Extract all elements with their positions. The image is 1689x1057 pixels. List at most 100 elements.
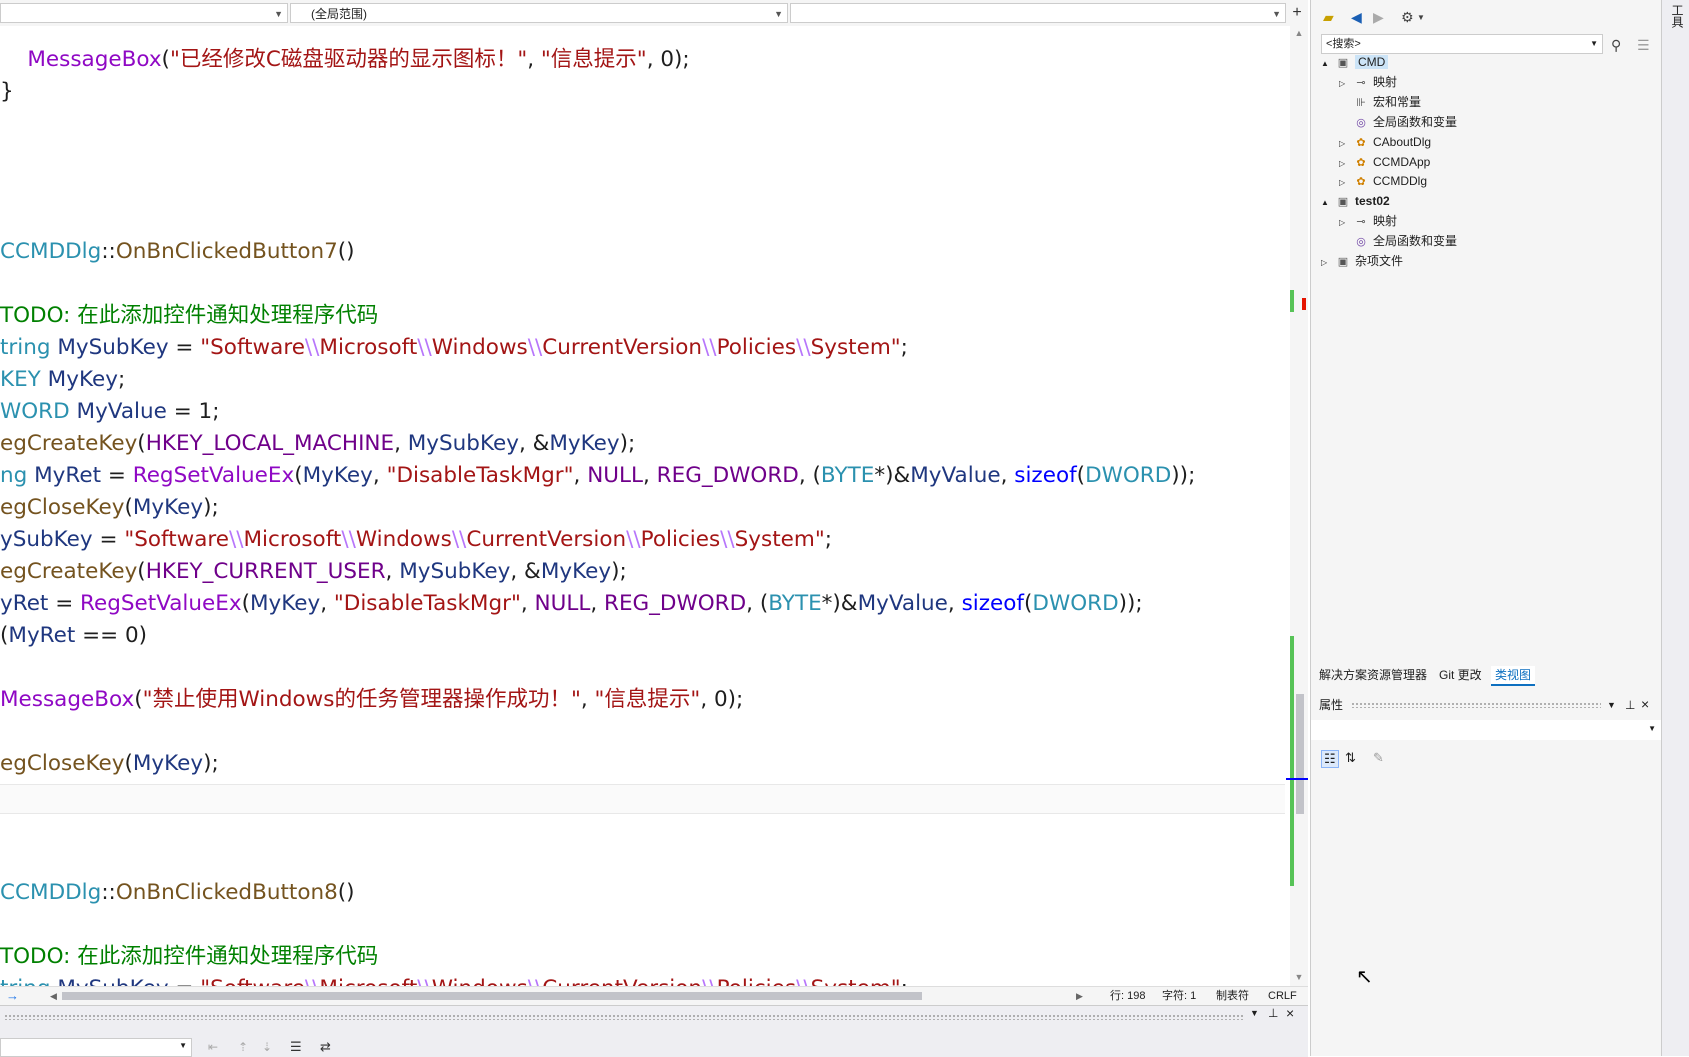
scrollbar-thumb[interactable] [62, 992, 922, 1000]
tree-node[interactable]: ▷ ✿ CAboutDlg [1339, 132, 1431, 152]
object-selector[interactable]: ▼ [1311, 720, 1662, 740]
code-token: , ( [798, 463, 821, 488]
class-search-input[interactable]: <搜索> ▼ [1321, 34, 1603, 54]
chevron-down-icon[interactable]: ▼ [1607, 694, 1616, 716]
code-token: HKEY_LOCAL_MACHINE [145, 431, 395, 456]
pin-icon[interactable]: ⊥ [1625, 694, 1635, 716]
code-editor[interactable]: MessageBox("已经修改C磁盘驱动器的显示图标！", "信息提示", 0… [0, 26, 1290, 986]
scroll-down-icon[interactable]: ▼ [1290, 972, 1308, 982]
code-token: Windows [432, 976, 528, 986]
code-line[interactable]: CCMDDlg::OnBnClickedButton8() [0, 877, 355, 909]
tab-indicator[interactable]: 制表符 [1216, 987, 1249, 1005]
code-line[interactable]: tring MySubKey = "Software\\Microsoft\\W… [0, 332, 908, 364]
clear-all-icon[interactable]: ☰ [290, 1039, 302, 1055]
output-source-combo[interactable]: ▼ [0, 1038, 192, 1057]
vertical-scrollbar[interactable]: ▲ ▼ [1286, 26, 1308, 986]
code-line[interactable]: egCreateKey(HKEY_LOCAL_MACHINE, MySubKey… [0, 428, 635, 460]
close-icon[interactable]: × [1286, 1005, 1294, 1021]
char-indicator[interactable]: 字符: 1 [1162, 987, 1196, 1005]
map-icon: ⊸ [1356, 76, 1366, 89]
code-line[interactable]: KEY MyKey; [0, 364, 125, 396]
code-token: "已经修改C磁盘驱动器的显示图标！" [169, 47, 528, 72]
code-line[interactable]: CCMDDlg::OnBnClickedButton7() [0, 236, 355, 268]
code-token: ; [117, 367, 126, 392]
plus-split-icon[interactable]: + [1286, 2, 1308, 24]
tree-node[interactable]: ▲ ▣ test02 [1321, 191, 1390, 211]
tree-node[interactable]: ▷ ✿ CCMDDlg [1339, 171, 1427, 191]
chevron-down-icon[interactable]: ▼ [1417, 9, 1425, 27]
code-line[interactable]: tring MySubKey = "Software\\Microsoft\\W… [0, 973, 908, 986]
code-line[interactable]: egCloseKey(MyKey); [0, 492, 219, 524]
project-combo[interactable]: ▼ [0, 3, 288, 23]
scroll-right-icon[interactable]: ▶ [1076, 987, 1083, 1005]
search-icon[interactable]: ⚲ [1611, 36, 1621, 54]
code-line[interactable]: egCreateKey(HKEY_CURRENT_USER, MySubKey,… [0, 556, 627, 588]
next-message-icon[interactable]: ⇣ [262, 1040, 272, 1054]
code-token: ng [0, 463, 28, 488]
code-token: = [168, 335, 201, 360]
line-indicator[interactable]: 行: 198 [1110, 987, 1145, 1005]
code-token: \\ [796, 976, 811, 986]
forward-icon[interactable]: ▶ [1373, 8, 1384, 26]
tab-solution-explorer[interactable]: 解决方案资源管理器 [1319, 664, 1427, 686]
code-line[interactable]: TODO: 在此添加控件通知处理程序代码 [0, 300, 378, 332]
word-wrap-icon[interactable]: ⇄ [320, 1039, 331, 1055]
tree-node[interactable]: ⊪ 宏和常量 [1339, 92, 1421, 112]
tab-class-view[interactable]: 类视图 [1491, 666, 1536, 686]
code-token: , [1000, 463, 1015, 488]
settings-list-icon[interactable]: ☰ [1637, 36, 1650, 54]
scroll-up-icon[interactable]: ▲ [1290, 28, 1308, 38]
code-token: = [101, 463, 133, 488]
pin-icon[interactable]: ⊥ [1268, 1006, 1278, 1020]
property-pages-icon[interactable]: ✎ [1373, 750, 1384, 766]
tree-node[interactable]: ▷ ⊸ 映射 [1339, 72, 1397, 92]
code-token: ); [619, 431, 636, 456]
alphabetical-icon[interactable]: ⇅ [1345, 750, 1356, 766]
tree-node-label: 映射 [1373, 214, 1398, 229]
scroll-left-icon[interactable]: ◀ [50, 987, 57, 1005]
scope-combo[interactable]: (全局范围) ▼ [290, 3, 788, 23]
tree-node-label: CCMDApp [1373, 154, 1431, 169]
code-line[interactable]: MessageBox("已经修改C磁盘驱动器的显示图标！", "信息提示", 0… [0, 44, 690, 76]
chevron-down-icon: ▼ [1272, 9, 1281, 19]
tree-node[interactable]: ▷ ▣ 杂项文件 [1321, 251, 1403, 271]
toolbox-tab[interactable]: 工具 [1669, 4, 1686, 28]
code-line[interactable]: ySubKey = "Software\\Microsoft\\Windows\… [0, 524, 832, 556]
expander-icon[interactable]: ▲ [1321, 54, 1335, 74]
code-line[interactable]: TODO: 在此添加控件通知处理程序代码 [0, 941, 378, 973]
code-token: egCreateKey [0, 559, 138, 584]
code-line[interactable]: egCloseKey(MyKey); [0, 748, 219, 780]
eol-indicator[interactable]: CRLF [1268, 987, 1297, 1005]
expander-icon[interactable]: ▲ [1321, 193, 1335, 213]
code-token: egCloseKey [0, 751, 125, 776]
tree-node[interactable]: ▷ ✿ CCMDApp [1339, 152, 1430, 172]
code-line[interactable]: (MyRet == 0) [0, 620, 147, 652]
horizontal-scrollbar[interactable] [62, 992, 1082, 1000]
member-combo[interactable]: ▼ [790, 3, 1286, 23]
back-icon[interactable]: ◀ [1351, 8, 1362, 26]
tree-node[interactable]: ◎ 全局函数和变量 [1339, 112, 1457, 132]
code-token: , 0); [646, 47, 690, 72]
code-token: ySubKey [0, 527, 93, 552]
code-token: DWORD [1032, 591, 1119, 616]
code-line[interactable]: ng MyRet = RegSetValueEx(MyKey, "Disable… [0, 460, 1195, 492]
code-token: MyValue [76, 399, 167, 424]
code-line[interactable]: WORD MyValue = 1; [0, 396, 219, 428]
tree-node[interactable]: ▲ ▣ CMD [1321, 52, 1389, 74]
scrollbar-thumb[interactable] [1296, 694, 1304, 814]
tree-node[interactable]: ◎ 全局函数和变量 [1339, 231, 1457, 251]
chevron-down-icon[interactable]: ▼ [1250, 1008, 1259, 1018]
find-message-icon[interactable]: ⇤ [208, 1040, 218, 1054]
tab-git-changes[interactable]: Git 更改 [1439, 664, 1482, 686]
code-line[interactable]: yRet = RegSetValueEx(MyKey, "DisableTask… [0, 588, 1143, 620]
gear-icon[interactable]: ⚙ [1401, 8, 1414, 26]
code-line[interactable]: MessageBox("禁止使用Windows的任务管理器操作成功！", "信息… [0, 684, 743, 716]
expander-icon[interactable]: ▷ [1321, 253, 1335, 273]
arrow-right-icon[interactable]: → [6, 987, 19, 1005]
tree-node[interactable]: ▷ ⊸ 映射 [1339, 211, 1397, 231]
close-icon[interactable]: × [1641, 693, 1649, 715]
folder-icon[interactable]: ▰ [1323, 8, 1334, 26]
code-line[interactable]: } [0, 76, 14, 108]
categorized-icon[interactable]: ☷ [1321, 750, 1339, 768]
prev-message-icon[interactable]: ⇡ [238, 1040, 248, 1054]
